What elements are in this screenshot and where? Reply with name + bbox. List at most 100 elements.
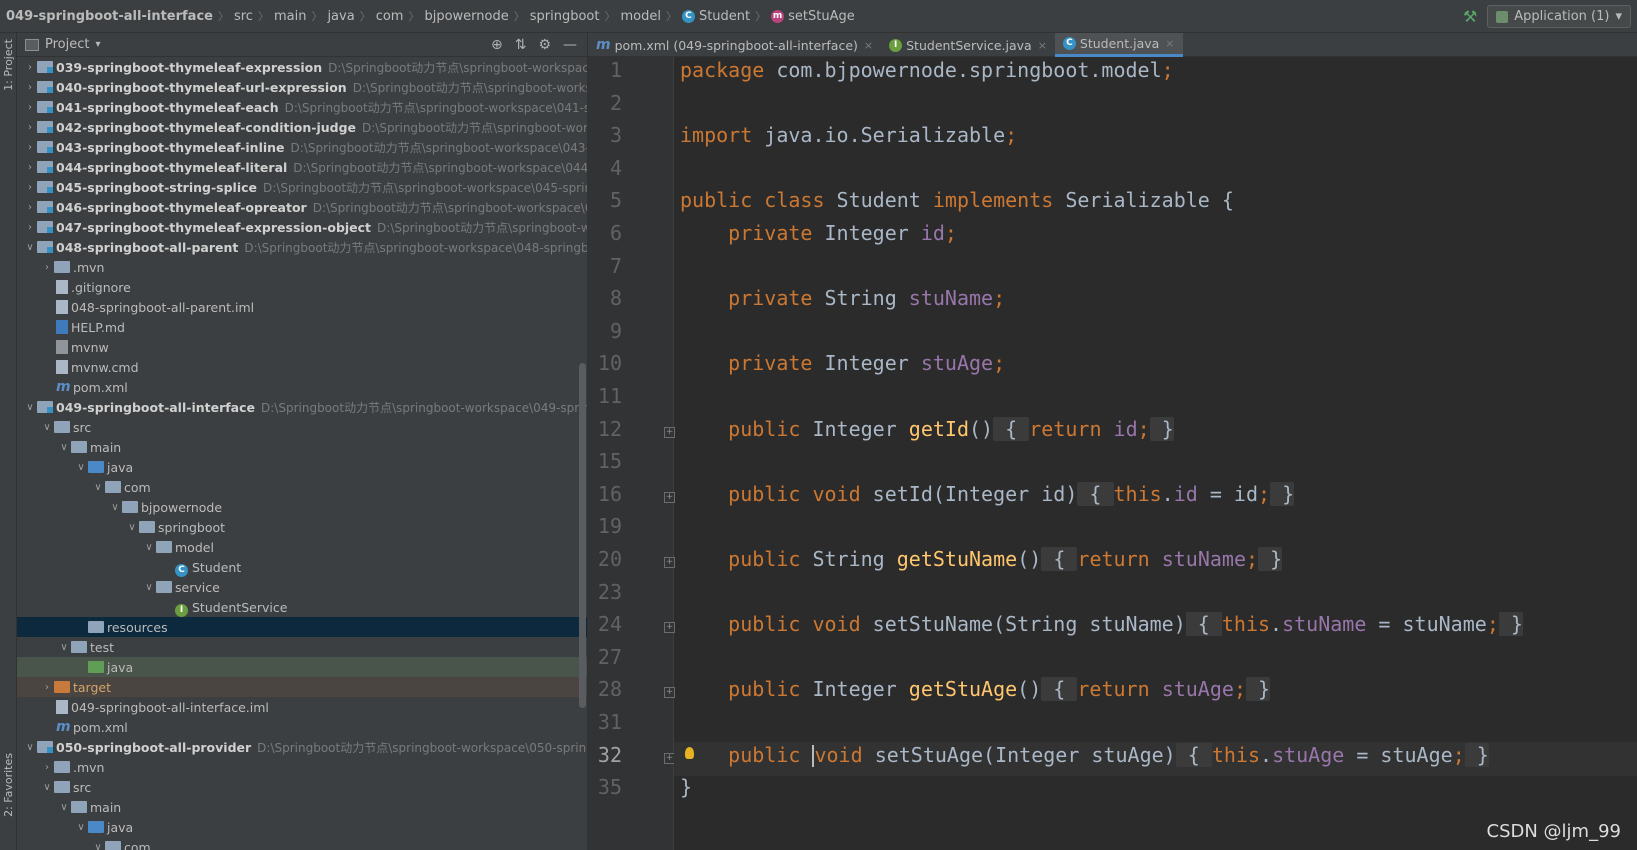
tree-node[interactable]: ∨ com bbox=[17, 477, 587, 497]
editor-tab[interactable]: m pom.xml (049-springboot-all-interface) × bbox=[588, 33, 881, 57]
breadcrumb-item[interactable]: main bbox=[274, 9, 306, 24]
tree-node[interactable]: ∨ springboot bbox=[17, 517, 587, 537]
tree-node[interactable]: › 041-springboot-thymeleaf-each D:\Springb… bbox=[17, 97, 587, 117]
chevron-down-icon[interactable]: ∨ bbox=[57, 642, 71, 653]
chevron-right-icon[interactable]: › bbox=[40, 262, 54, 273]
tree-node[interactable]: ∨ src bbox=[17, 417, 587, 437]
breadcrumb-item[interactable]: com bbox=[376, 9, 404, 24]
tree-node[interactable]: ∨ model bbox=[17, 537, 587, 557]
code-line[interactable]: } bbox=[680, 775, 692, 799]
tree-node[interactable]: › 045-springboot-string-splice D:\Springbo… bbox=[17, 177, 587, 197]
tree-node[interactable]: mvnw bbox=[17, 337, 587, 357]
chevron-down-icon[interactable]: ∨ bbox=[23, 242, 37, 253]
chevron-down-icon[interactable]: ∨ bbox=[40, 782, 54, 793]
code-line[interactable]: public Integer getId() { return id; } bbox=[680, 416, 1174, 441]
breadcrumb-item[interactable]: bjpowernode bbox=[424, 9, 508, 24]
chevron-down-icon[interactable]: ∨ bbox=[57, 802, 71, 813]
tree-node[interactable]: › target bbox=[17, 677, 587, 697]
code-line[interactable]: package com.bjpowernode.springboot.model… bbox=[680, 58, 1174, 82]
build-hammer-icon[interactable]: ⚒ bbox=[1463, 7, 1477, 26]
chevron-right-icon[interactable]: › bbox=[23, 122, 37, 133]
code-line[interactable]: import java.io.Serializable; bbox=[680, 123, 1017, 147]
chevron-down-icon[interactable]: ∨ bbox=[23, 742, 37, 753]
chevron-down-icon[interactable]: ∨ bbox=[91, 482, 105, 493]
tree-node[interactable]: m pom.xml bbox=[17, 377, 587, 397]
tree-node[interactable]: › .mvn bbox=[17, 757, 587, 777]
chevron-right-icon[interactable]: › bbox=[23, 82, 37, 93]
tree-node[interactable]: ∨ 049-springboot-all-interface D:\Springbo… bbox=[17, 397, 587, 417]
favorites-tool-button[interactable]: 2: Favorites bbox=[2, 753, 15, 817]
code-line[interactable]: public Integer getStuAge() { return stuA… bbox=[680, 677, 1271, 702]
tree-node[interactable]: java bbox=[17, 657, 587, 677]
tree-node[interactable]: ∨ com bbox=[17, 837, 587, 850]
fold-expand-icon[interactable]: + bbox=[664, 426, 675, 438]
code-editor[interactable]: 1 2 3 4 5 6 7 8 9 10 11 12 +15 16 +19 20 +23 24 +27 28 +31 32… bbox=[588, 57, 1637, 850]
tree-node[interactable]: › 042-springboot-thymeleaf-condition-judg… bbox=[17, 117, 587, 137]
chevron-right-icon[interactable]: › bbox=[23, 162, 37, 173]
code-line[interactable]: public void setStuName(String stuName) {… bbox=[680, 612, 1523, 637]
run-configuration-select[interactable]: Application (1) ▾ bbox=[1487, 5, 1631, 28]
chevron-down-icon[interactable]: ∨ bbox=[74, 822, 88, 833]
chevron-down-icon[interactable]: ∨ bbox=[108, 502, 122, 513]
tree-node[interactable]: ∨ test bbox=[17, 637, 587, 657]
tree-node[interactable]: mvnw.cmd bbox=[17, 357, 587, 377]
code-line[interactable]: public void setStuAge(Integer stuAge) { … bbox=[680, 742, 1489, 768]
chevron-down-icon[interactable]: ∨ bbox=[91, 842, 105, 850]
tree-node[interactable]: ∨ main bbox=[17, 797, 587, 817]
fold-expand-icon[interactable]: + bbox=[664, 557, 675, 568]
tree-node[interactable]: › 046-springboot-thymeleaf-opreator D:\Spr… bbox=[17, 197, 587, 217]
breadcrumb-item[interactable]: C Student bbox=[681, 9, 750, 24]
tree-node[interactable]: ∨ 048-springboot-all-parent D:\Springboot动… bbox=[17, 237, 587, 257]
breadcrumb-item[interactable]: m setStuAge bbox=[771, 9, 855, 24]
chevron-down-icon[interactable]: ∨ bbox=[125, 522, 139, 533]
chevron-right-icon[interactable]: › bbox=[23, 182, 37, 193]
editor-tab[interactable]: I StudentService.java × bbox=[881, 33, 1055, 57]
chevron-right-icon[interactable]: › bbox=[40, 682, 54, 693]
fold-expand-icon[interactable]: + bbox=[664, 622, 675, 634]
code-line[interactable]: public class Student implements Serializ… bbox=[680, 188, 1234, 212]
code-line[interactable]: public void setId(Integer id) { this.id … bbox=[680, 481, 1295, 506]
chevron-down-icon[interactable]: ∨ bbox=[142, 582, 156, 593]
tree-node[interactable]: resources bbox=[17, 617, 587, 637]
tree-node[interactable]: C Student bbox=[17, 557, 587, 577]
breadcrumb-item[interactable]: src bbox=[234, 9, 253, 24]
project-scrollbar[interactable] bbox=[579, 363, 586, 708]
tree-node[interactable]: ∨ src bbox=[17, 777, 587, 797]
chevron-right-icon[interactable]: › bbox=[23, 62, 37, 73]
tree-node[interactable]: HELP.md bbox=[17, 317, 587, 337]
breadcrumb-item[interactable]: 049-springboot-all-interface bbox=[6, 9, 213, 24]
tree-node[interactable]: ∨ service bbox=[17, 577, 587, 597]
lightbulb-icon[interactable] bbox=[685, 746, 694, 759]
gear-icon[interactable]: ⚙ bbox=[538, 37, 551, 53]
tree-node[interactable]: m pom.xml bbox=[17, 717, 587, 737]
tree-node[interactable]: › 043-springboot-thymeleaf-inline D:\Sprin… bbox=[17, 137, 587, 157]
editor-tab[interactable]: C Student.java × bbox=[1054, 33, 1183, 57]
breadcrumb-item[interactable]: java bbox=[327, 9, 354, 24]
chevron-down-icon[interactable]: ∨ bbox=[23, 402, 37, 413]
close-icon[interactable]: × bbox=[1165, 37, 1174, 50]
tree-node[interactable]: › .mvn bbox=[17, 257, 587, 277]
chevron-down-icon[interactable]: ∨ bbox=[142, 542, 156, 553]
tree-node[interactable]: .gitignore bbox=[17, 277, 587, 297]
tree-node[interactable]: 048-springboot-all-parent.iml bbox=[17, 297, 587, 317]
code-line[interactable]: private Integer stuAge; bbox=[680, 351, 1005, 375]
chevron-right-icon[interactable]: › bbox=[23, 102, 37, 113]
tree-node[interactable]: › 047-springboot-thymeleaf-expression-obj… bbox=[17, 217, 587, 237]
code-line[interactable]: private String stuName; bbox=[680, 286, 1005, 310]
chevron-right-icon[interactable]: › bbox=[40, 762, 54, 773]
chevron-down-icon[interactable]: ∨ bbox=[74, 462, 88, 473]
tree-node[interactable]: ∨ java bbox=[17, 457, 587, 477]
breadcrumb-item[interactable]: springboot bbox=[530, 9, 600, 24]
code-line[interactable]: public String getStuName() { return stuN… bbox=[680, 547, 1283, 571]
project-tool-button[interactable]: 1: Project bbox=[2, 39, 15, 91]
close-icon[interactable]: × bbox=[1038, 39, 1047, 52]
project-view-select[interactable]: Project bbox=[45, 37, 89, 52]
close-icon[interactable]: × bbox=[864, 39, 873, 52]
collapse-all-icon[interactable]: ⇅ bbox=[515, 37, 527, 53]
tree-node[interactable]: ∨ main bbox=[17, 437, 587, 457]
chevron-right-icon[interactable]: › bbox=[23, 222, 37, 233]
tree-node[interactable]: ∨ java bbox=[17, 817, 587, 837]
breadcrumb-item[interactable]: model bbox=[620, 9, 660, 24]
chevron-right-icon[interactable]: › bbox=[23, 142, 37, 153]
chevron-right-icon[interactable]: › bbox=[23, 202, 37, 213]
